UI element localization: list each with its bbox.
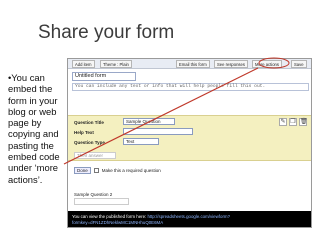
more-actions-button[interactable]: More actions (252, 60, 282, 68)
question-2: Sample Question 2 (74, 192, 129, 205)
published-url-label: You can view the published form here: (72, 214, 147, 219)
form-title-field[interactable]: Untitled form (72, 72, 136, 81)
email-form-button[interactable]: Email this form (176, 60, 210, 68)
slide-bullet-text: •You can embed the form in your blog or … (8, 72, 60, 185)
question-footer-row: Done Make this a required question (74, 167, 161, 174)
add-item-button[interactable]: Add item (72, 60, 95, 68)
duplicate-icon[interactable]: ❐ (289, 118, 297, 126)
slide-title: Share your form (38, 22, 175, 43)
editor-toolbar: Add item Theme : Plain Email this form S… (68, 59, 311, 69)
form-editor-screenshot: Add item Theme : Plain Email this form S… (67, 58, 312, 228)
question-2-answer-field (74, 198, 129, 205)
help-text-label: Help Text (74, 130, 94, 135)
save-button[interactable]: Save (291, 60, 307, 68)
question-type-label: Question Type (74, 140, 105, 145)
done-button[interactable]: Done (74, 167, 91, 174)
answer-preview-field: Their answer (74, 152, 116, 159)
see-responses-button[interactable]: See responses (214, 60, 248, 68)
delete-icon[interactable]: 🗑 (299, 118, 308, 126)
form-header: Untitled form You can include any text o… (72, 72, 309, 91)
question-2-title: Sample Question 2 (74, 192, 113, 197)
question-actions: ✎ ❐ 🗑 (279, 118, 308, 126)
theme-button[interactable]: Theme : Plain (100, 60, 132, 68)
published-url-bar: You can view the published form here: ht… (68, 211, 311, 227)
question-type-select[interactable]: Text (123, 138, 159, 145)
required-label: Make this a required question (101, 168, 161, 173)
question-title-label: Question Title (74, 120, 104, 125)
edit-icon[interactable]: ✎ (279, 118, 287, 126)
question-editor: Question Title Sample Question Help Text… (68, 115, 311, 161)
question-title-input[interactable]: Sample Question (123, 118, 175, 125)
form-description-field[interactable]: You can include any text or info that wi… (72, 83, 309, 91)
required-checkbox[interactable] (93, 168, 99, 173)
help-text-input[interactable] (123, 128, 193, 135)
